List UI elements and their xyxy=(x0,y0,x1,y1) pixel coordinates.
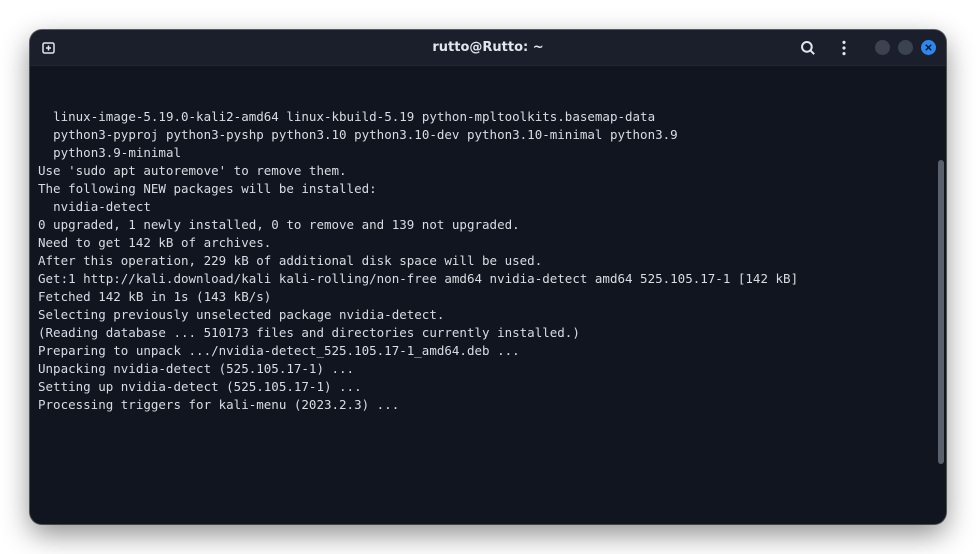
minimize-button[interactable] xyxy=(875,40,890,55)
terminal-viewport[interactable]: linux-image-5.19.0-kali2-amd64 linux-kbu… xyxy=(30,66,946,524)
output-line: Selecting previously unselected package … xyxy=(38,306,938,324)
maximize-button[interactable] xyxy=(898,40,913,55)
output-line: nvidia-detect xyxy=(38,198,938,216)
output-line: Need to get 142 kB of archives. xyxy=(38,234,938,252)
output-line: linux-image-5.19.0-kali2-amd64 linux-kbu… xyxy=(38,108,938,126)
output-line: After this operation, 229 kB of addition… xyxy=(38,252,938,270)
output-line: Preparing to unpack .../nvidia-detect_52… xyxy=(38,342,938,360)
output-line: Use 'sudo apt autoremove' to remove them… xyxy=(38,162,938,180)
output-line: Fetched 142 kB in 1s (143 kB/s) xyxy=(38,288,938,306)
scrollbar-thumb[interactable] xyxy=(938,160,944,465)
search-button[interactable] xyxy=(799,39,817,57)
output-line: The following NEW packages will be insta… xyxy=(38,180,938,198)
output-line: 0 upgraded, 1 newly installed, 0 to remo… xyxy=(38,216,938,234)
output-line: Get:1 http://kali.download/kali kali-rol… xyxy=(38,270,938,288)
terminal-output: linux-image-5.19.0-kali2-amd64 linux-kbu… xyxy=(38,108,938,414)
new-tab-button[interactable] xyxy=(40,39,58,57)
output-line: Setting up nvidia-detect (525.105.17-1) … xyxy=(38,378,938,396)
prompt-block-1: ┌──(rutto㉿Rutto)-[~] └─$ nvidia-detect N… xyxy=(38,486,938,524)
output-line: Processing triggers for kali-menu (2023.… xyxy=(38,396,938,414)
output-line: python3-pyproj python3-pyshp python3.10 … xyxy=(38,126,938,144)
scrollbar[interactable] xyxy=(938,70,944,518)
output-line: python3.9-minimal xyxy=(38,144,938,162)
window-controls xyxy=(875,40,936,55)
output-line: Unpacking nvidia-detect (525.105.17-1) .… xyxy=(38,360,938,378)
close-button[interactable] xyxy=(921,40,936,55)
titlebar: rutto@Rutto: ~ xyxy=(30,30,946,66)
output-line: (Reading database ... 510173 files and d… xyxy=(38,324,938,342)
menu-button[interactable] xyxy=(835,39,853,57)
terminal-window: rutto@Rutto: ~ xyxy=(30,30,946,524)
